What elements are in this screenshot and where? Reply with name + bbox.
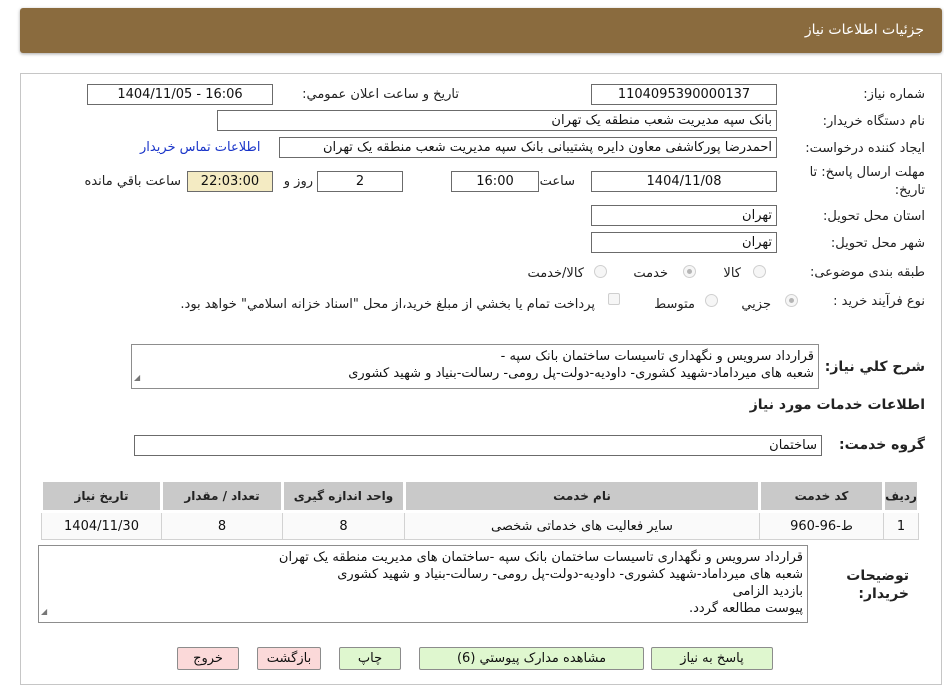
category-goods-radio[interactable] — [753, 265, 766, 278]
deadline-label: مهلت ارسال پاسخ: تا — [809, 165, 925, 180]
col-header-code: کد خدمت — [758, 479, 885, 513]
deadline-date-field[interactable]: 1404/11/08 — [591, 171, 777, 192]
need-details-panel: شماره نیاز: 1104095390000137 تاریخ و ساع… — [20, 73, 942, 685]
resize-grip-icon[interactable]: ◢ — [134, 369, 140, 386]
services-section-title: اطلاعات خدمات مورد نياز — [749, 397, 925, 413]
buyer-contact-link[interactable]: اطلاعات تماس خريدار — [140, 140, 260, 155]
cell-name: سایر فعالیت های خدماتی شخصی — [404, 511, 760, 540]
requester-field[interactable]: احمدرضا پورکاشفی معاون دایره پشتیبانی با… — [279, 137, 777, 158]
col-header-date: تاريخ نياز — [40, 479, 163, 513]
reply-button[interactable]: پاسخ به نياز — [651, 647, 773, 670]
treasury-note: پرداخت تمام يا بخشي از مبلغ خريد،از محل … — [180, 297, 595, 312]
view-attachments-button[interactable]: مشاهده مدارک پيوستي (6) — [419, 647, 644, 670]
category-label: طبقه بندی موضوعی: — [809, 265, 925, 280]
table-header-row: رديف کد خدمت نام خدمت واحد اندازه گيری ت… — [40, 479, 920, 513]
need-number-field[interactable]: 1104095390000137 — [591, 84, 777, 105]
buyer-org-label: نام دستگاه خريدار: — [822, 114, 925, 129]
category-service-label: خدمت — [633, 266, 668, 281]
service-group-field[interactable]: ساختمان — [134, 435, 822, 456]
col-header-index: رديف — [882, 479, 920, 513]
process-type-label: نوع فرآيند خريد : — [833, 294, 925, 309]
services-table: رديف کد خدمت نام خدمت واحد اندازه گيری ت… — [40, 479, 920, 540]
city-field[interactable]: تهران — [591, 232, 777, 253]
announce-date-field[interactable]: 1404/11/05 - 16:06 — [87, 84, 273, 105]
description-label: شرح کلي نياز: — [824, 359, 925, 375]
description-line: قرارداد سرویس و نگهداری تاسیسات ساختمان … — [500, 349, 814, 364]
province-field[interactable]: تهران — [591, 205, 777, 226]
deadline-time-label: ساعت — [539, 174, 575, 189]
days-remaining-field[interactable]: 2 — [317, 171, 403, 192]
city-label: شهر محل تحويل: — [830, 236, 925, 251]
print-button[interactable]: چاپ — [339, 647, 401, 670]
category-both-label: کالا/خدمت — [527, 266, 584, 281]
col-header-qty: تعداد / مقدار — [160, 479, 284, 513]
page-header: جزئیات اطلاعات نیاز — [20, 8, 942, 53]
buyer-notes-line: بازدید الزامی — [732, 584, 803, 599]
resize-grip-icon[interactable]: ◢ — [41, 603, 47, 620]
announce-date-label: تاریخ و ساعت اعلان عمومي: — [302, 87, 459, 102]
col-header-unit: واحد اندازه گيری — [281, 479, 406, 513]
service-group-label: گروه خدمت: — [839, 437, 925, 453]
remaining-time-label: ساعت باقي مانده — [84, 174, 181, 189]
buyer-notes-line: شعبه های میرداماد-شهید کشوری- داودیه-دول… — [337, 567, 803, 582]
category-service-radio[interactable] — [683, 265, 696, 278]
remaining-time-field[interactable]: 22:03:00 — [187, 171, 273, 192]
back-button[interactable]: بازگشت — [257, 647, 321, 670]
cell-index: 1 — [883, 511, 919, 540]
page-title: جزئیات اطلاعات نیاز — [804, 22, 924, 38]
table-row[interactable]: 1 ط-96-960 سایر فعالیت های خدماتی شخصی 8… — [41, 511, 919, 540]
process-medium-radio[interactable] — [705, 294, 718, 307]
process-partial-radio[interactable] — [785, 294, 798, 307]
description-line: شعبه های میرداماد-شهید کشوری- داودیه-دول… — [348, 366, 814, 381]
process-partial-label: جزيي — [741, 297, 771, 312]
deadline-time-field[interactable]: 16:00 — [451, 171, 539, 192]
buyer-org-field[interactable]: بانک سپه مدیریت شعب منطقه یک تهران — [217, 110, 777, 131]
buyer-notes-label: توضيحات — [846, 568, 909, 584]
description-textarea[interactable]: قرارداد سرویس و نگهداری تاسیسات ساختمان … — [131, 344, 819, 389]
buyer-notes-line: قرارداد سرویس و نگهداری تاسیسات ساختمان … — [278, 550, 803, 565]
days-label: روز و — [283, 174, 313, 189]
buyer-notes-textarea[interactable]: قرارداد سرویس و نگهداری تاسیسات ساختمان … — [38, 545, 808, 623]
exit-button[interactable]: خروج — [177, 647, 239, 670]
treasury-checkbox[interactable] — [608, 293, 620, 305]
buyer-notes-line: پیوست مطالعه گردد. — [688, 601, 803, 616]
buyer-notes-label-2: خريدار: — [858, 586, 909, 602]
col-header-name: نام خدمت — [403, 479, 761, 513]
cell-date: 1404/11/30 — [41, 511, 162, 540]
category-both-radio[interactable] — [594, 265, 607, 278]
need-number-label: شماره نیاز: — [863, 87, 925, 102]
process-medium-label: متوسط — [654, 297, 695, 312]
deadline-label-date: تاريخ: — [894, 183, 925, 198]
cell-code: ط-96-960 — [759, 511, 884, 540]
cell-qty: 8 — [161, 511, 283, 540]
cell-unit: 8 — [282, 511, 405, 540]
province-label: استان محل تحويل: — [823, 209, 925, 224]
category-goods-label: کالا — [723, 266, 741, 281]
requester-label: ايجاد کننده درخواست: — [805, 141, 925, 156]
